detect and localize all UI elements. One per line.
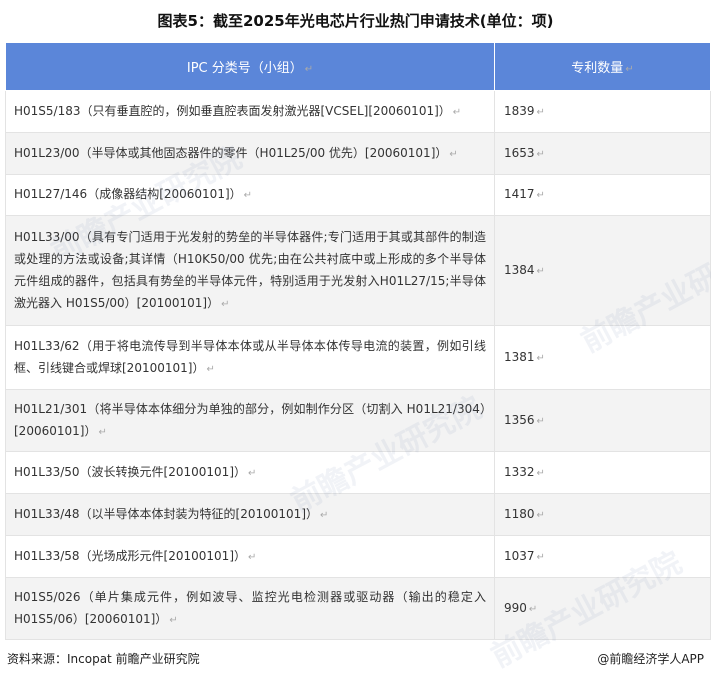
table-row: H01L23/00（半导体或其他固态器件的零件（H01L25/00 优先）[20… (5, 132, 711, 175)
table-row: H01L27/146（成像器结构[20060101]） ↵ 1417 ↵ (5, 174, 711, 216)
table-row: H01L33/50（波长转换元件[20100101]） ↵ 1332 ↵ (5, 451, 711, 494)
ipc-cell: H01L33/50（波长转换元件[20100101]） ↵ (5, 451, 495, 494)
count-cell: 1037 ↵ (494, 535, 711, 578)
count-cell: 990 ↵ (494, 577, 711, 640)
count-cell: 1417 ↵ (494, 174, 711, 216)
count-cell: 1332 ↵ (494, 451, 711, 494)
chart-title: 图表5：截至2025年光电芯片行业热门申请技术(单位：项) (157, 12, 554, 30)
count-cell: 1180 ↵ (494, 493, 711, 536)
table-row: H01S5/183（只有垂直腔的，例如垂直腔表面发射激光器[VCSEL][200… (5, 90, 711, 133)
table-row: H01L33/00（具有专门适用于光发射的势垒的半导体器件;专门适用于其或其部件… (5, 215, 711, 326)
count-cell: 1381 ↵ (494, 325, 711, 390)
header-count: 专利数量 ↵ (494, 42, 711, 91)
ipc-cell: H01L27/146（成像器结构[20060101]） ↵ (5, 174, 495, 216)
ipc-cell: H01L33/58（光场成形元件[20100101]） ↵ (5, 535, 495, 578)
source-note: 资料来源：Incopat 前瞻产业研究院 (7, 652, 200, 666)
count-cell: 1839 ↵ (494, 90, 711, 133)
table-row: H01L21/301（将半导体本体细分为单独的部分，例如制作分区（切割入 H01… (5, 389, 711, 452)
table-row: H01L33/62（用于将电流传导到半导体本体或从半导体本体传导电流的装置，例如… (5, 325, 711, 390)
count-cell: 1356 ↵ (494, 389, 711, 452)
count-cell: 1384 ↵ (494, 215, 711, 326)
header-ipc: IPC 分类号（小组） ↵ (5, 42, 495, 91)
ipc-cell: H01L23/00（半导体或其他固态器件的零件（H01L25/00 优先）[20… (5, 132, 495, 175)
table-row: H01L33/48（以半导体本体封装为特征的[20100101]） ↵ 1180 ↵ (5, 493, 711, 536)
ipc-cell: H01L21/301（将半导体本体细分为单独的部分，例如制作分区（切割入 H01… (5, 389, 495, 452)
count-cell: 1653 ↵ (494, 132, 711, 175)
ipc-cell: H01L33/00（具有专门适用于光发射的势垒的半导体器件;专门适用于其或其部件… (5, 215, 495, 326)
table-header-row: IPC 分类号（小组） ↵ 专利数量 ↵ (5, 42, 711, 91)
ipc-cell: H01S5/026（单片集成元件，例如波导、监控光电检测器或驱动器（输出的稳定入… (5, 577, 495, 640)
patent-table: IPC 分类号（小组） ↵ 专利数量 ↵ H01S5/183（只有垂直腔的，例如垂直… (5, 42, 711, 640)
ipc-cell: H01L33/62（用于将电流传导到半导体本体或从半导体本体传导电流的装置，例如… (5, 325, 495, 390)
brand-label: @前瞻经济学人APP (597, 652, 704, 666)
table-row: H01S5/026（单片集成元件，例如波导、监控光电检测器或驱动器（输出的稳定入… (5, 577, 711, 640)
footer: 资料来源：Incopat 前瞻产业研究院 @前瞻经济学人APP (7, 650, 704, 668)
table-row: H01L33/58（光场成形元件[20100101]） ↵ 1037 ↵ (5, 535, 711, 578)
ipc-cell: H01S5/183（只有垂直腔的，例如垂直腔表面发射激光器[VCSEL][200… (5, 90, 495, 133)
ipc-cell: H01L33/48（以半导体本体封装为特征的[20100101]） ↵ (5, 493, 495, 536)
